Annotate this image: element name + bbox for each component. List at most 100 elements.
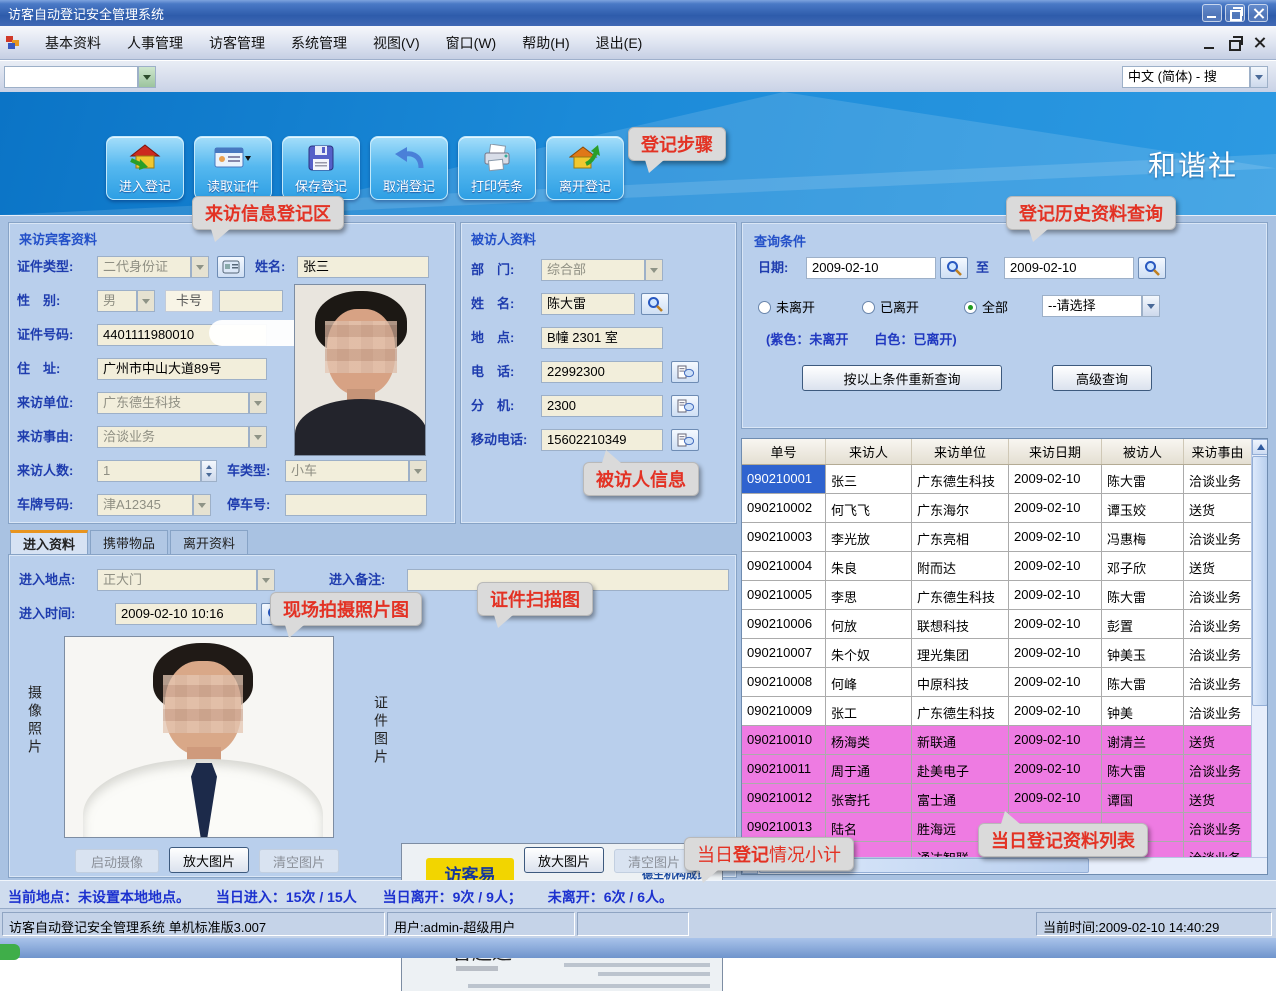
table-cell[interactable]: 张寄托 xyxy=(826,784,912,813)
tab-entry-info[interactable]: 进入资料 xyxy=(10,530,88,554)
column-header[interactable]: 来访日期 xyxy=(1009,439,1102,464)
advanced-query-button[interactable]: 高级查询 xyxy=(1052,365,1152,391)
table-cell[interactable]: 杨海类 xyxy=(826,726,912,755)
requery-button[interactable]: 按以上条件重新查询 xyxy=(802,365,1002,391)
menu-hr[interactable]: 人事管理 xyxy=(114,26,196,60)
entry-time-field[interactable]: 2009-02-10 10:16 xyxy=(115,603,257,625)
chevron-down-icon[interactable] xyxy=(1142,295,1160,317)
column-header[interactable]: 单号 xyxy=(742,439,826,464)
restore-icon[interactable] xyxy=(1225,4,1245,22)
table-cell[interactable]: 张三 xyxy=(826,465,912,494)
table-cell[interactable]: 2009-02-10 xyxy=(1009,523,1102,552)
tab-leave-info[interactable]: 离开资料 xyxy=(170,530,248,554)
table-cell[interactable]: 090210001 xyxy=(742,465,826,494)
column-header[interactable]: 来访事由 xyxy=(1184,439,1252,464)
table-row[interactable]: 090210012张寄托富士通2009-02-10谭国送货 xyxy=(742,784,1252,813)
table-row[interactable]: 090210003李光放广东亮相2009-02-10冯惠梅洽谈业务 xyxy=(742,523,1252,552)
scroll-right-icon[interactable] xyxy=(1251,874,1267,875)
menu-window[interactable]: 窗口(W) xyxy=(433,26,510,60)
chevron-down-icon[interactable] xyxy=(409,460,427,482)
table-cell[interactable]: 090210011 xyxy=(742,755,826,784)
parking-field[interactable] xyxy=(285,494,427,516)
dept-select[interactable]: 综合部 xyxy=(541,259,663,281)
table-cell[interactable]: 陈大雷 xyxy=(1102,755,1184,784)
table-row[interactable]: 090210009张工广东德生科技2009-02-10钟美洽谈业务 xyxy=(742,697,1252,726)
table-row[interactable]: 090210002何飞飞广东海尔2009-02-10谭玉姣送货 xyxy=(742,494,1252,523)
table-row[interactable]: 090210011周于通赴美电子2009-02-10陈大雷洽谈业务 xyxy=(742,755,1252,784)
chevron-down-icon[interactable] xyxy=(137,290,155,312)
table-cell[interactable]: 洽谈业务 xyxy=(1184,523,1252,552)
table-row[interactable]: 090210004朱良附而达2009-02-10邓子欣送货 xyxy=(742,552,1252,581)
host-phone-field[interactable]: 22992300 xyxy=(541,361,663,383)
table-cell[interactable]: 谭玉姣 xyxy=(1102,494,1184,523)
menu-visitor[interactable]: 访客管理 xyxy=(196,26,278,60)
table-cell[interactable]: 赴美电子 xyxy=(912,755,1009,784)
date-from-picker-button[interactable] xyxy=(940,257,968,279)
host-search-button[interactable] xyxy=(641,293,669,315)
cert-type-select[interactable]: 二代身份证 xyxy=(97,256,209,278)
language-bar[interactable]: 中文 (简体) - 搜 xyxy=(1122,66,1268,88)
table-cell[interactable]: 090210006 xyxy=(742,610,826,639)
chevron-down-icon[interactable] xyxy=(138,66,156,88)
enter-register-button[interactable]: 进入登记 xyxy=(106,136,184,200)
table-cell[interactable]: 090210007 xyxy=(742,639,826,668)
start-camera-button[interactable]: 启动摄像 xyxy=(75,849,159,873)
table-cell[interactable]: 陈大雷 xyxy=(1102,581,1184,610)
chevron-down-icon[interactable] xyxy=(191,256,209,278)
table-cell[interactable]: 张工 xyxy=(826,697,912,726)
table-cell[interactable]: 钟美玉 xyxy=(1102,639,1184,668)
chevron-down-icon[interactable] xyxy=(193,494,211,516)
table-cell[interactable]: 洽谈业务 xyxy=(1184,813,1252,842)
table-cell[interactable]: 090210010 xyxy=(742,726,826,755)
table-cell[interactable]: 陈大雷 xyxy=(1102,465,1184,494)
stepper-arrows-icon[interactable] xyxy=(201,460,217,482)
radio-all[interactable]: 全部 xyxy=(964,297,1008,317)
table-cell[interactable]: 洽谈业务 xyxy=(1184,697,1252,726)
table-cell[interactable]: 谢清兰 xyxy=(1102,726,1184,755)
host-mobile-field[interactable]: 15602210349 xyxy=(541,429,663,451)
card-no-field[interactable] xyxy=(219,290,283,312)
leave-register-button[interactable]: 离开登记 xyxy=(546,136,624,200)
gender-select[interactable]: 男 xyxy=(97,290,155,312)
date-to-field[interactable]: 2009-02-10 xyxy=(1004,257,1134,279)
table-cell[interactable]: 090210004 xyxy=(742,552,826,581)
column-header[interactable]: 来访人 xyxy=(826,439,912,464)
table-cell[interactable]: 2009-02-10 xyxy=(1009,552,1102,581)
address-field[interactable]: 广州市中山大道89号 xyxy=(97,358,267,380)
scrollbar-thumb[interactable] xyxy=(1252,456,1268,706)
chevron-down-icon[interactable] xyxy=(249,392,267,414)
table-cell[interactable]: 090210012 xyxy=(742,784,826,813)
column-header[interactable]: 被访人 xyxy=(1102,439,1184,464)
close-icon[interactable] xyxy=(1248,4,1268,22)
table-cell[interactable]: 广东海尔 xyxy=(912,494,1009,523)
menu-help[interactable]: 帮助(H) xyxy=(509,26,582,60)
mdi-close-icon[interactable] xyxy=(1251,35,1270,51)
table-cell[interactable]: 洽谈业务 xyxy=(1184,842,1252,857)
zoom-card-button[interactable]: 放大图片 xyxy=(524,847,604,873)
table-cell[interactable]: 090210008 xyxy=(742,668,826,697)
table-cell[interactable]: 联想科技 xyxy=(912,610,1009,639)
menu-view[interactable]: 视图(V) xyxy=(360,26,433,60)
save-register-button[interactable]: 保存登记 xyxy=(282,136,360,200)
call-mobile-button[interactable] xyxy=(671,429,699,451)
table-cell[interactable]: 广东德生科技 xyxy=(912,697,1009,726)
table-cell[interactable]: 何飞飞 xyxy=(826,494,912,523)
table-cell[interactable]: 洽谈业务 xyxy=(1184,581,1252,610)
table-cell[interactable]: 2009-02-10 xyxy=(1009,668,1102,697)
table-row[interactable]: 090210008何峰中原科技2009-02-10陈大雷洽谈业务 xyxy=(742,668,1252,697)
clear-photo-button[interactable]: 清空图片 xyxy=(259,849,339,873)
table-cell[interactable]: 何放 xyxy=(826,610,912,639)
table-cell[interactable]: 2009-02-10 xyxy=(1009,784,1102,813)
host-ext-field[interactable]: 2300 xyxy=(541,395,663,417)
table-cell[interactable]: 广东德生科技 xyxy=(912,465,1009,494)
mdi-restore-icon[interactable] xyxy=(1226,35,1245,51)
table-cell[interactable]: 送货 xyxy=(1184,494,1252,523)
quick-combo[interactable] xyxy=(4,66,156,88)
table-cell[interactable]: 彭置 xyxy=(1102,610,1184,639)
read-card-button[interactable]: 读取证件 xyxy=(194,136,272,200)
host-name-field[interactable]: 陈大雷 xyxy=(541,293,635,315)
table-cell[interactable]: 谭国 xyxy=(1102,784,1184,813)
call-ext-button[interactable] xyxy=(671,395,699,417)
query-type-select[interactable]: --请选择 xyxy=(1042,295,1160,317)
radio-icon[interactable] xyxy=(964,301,977,314)
